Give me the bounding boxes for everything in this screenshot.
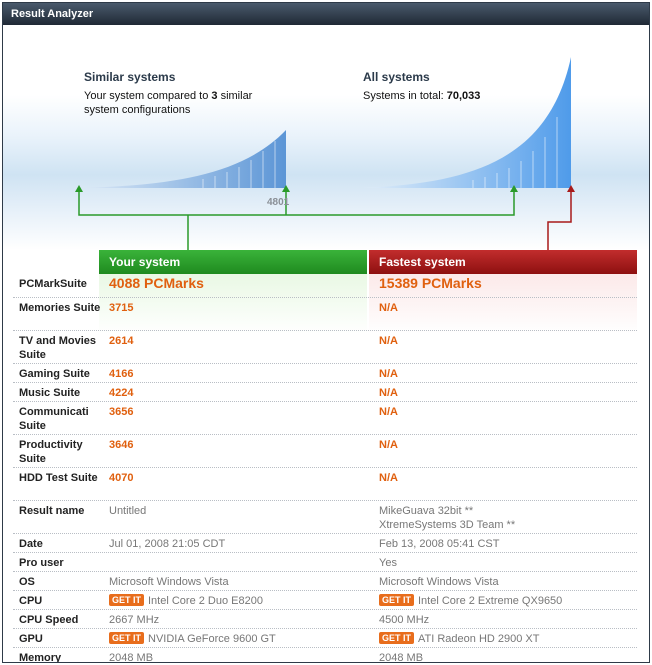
all-systems-total: Systems in total: 70,033 bbox=[363, 90, 481, 102]
distribution-graphs bbox=[75, 57, 575, 250]
table-row: CPU Speed 2667 MHz 4500 MHz bbox=[13, 610, 637, 629]
table-row: Communicati Suite 3656 N/A bbox=[13, 402, 637, 435]
get-it-button[interactable]: GET IT bbox=[109, 594, 144, 606]
table-row: Memories Suite 3715 N/A bbox=[13, 298, 637, 331]
table-row: HDD Test Suite 4070 N/A bbox=[13, 468, 637, 501]
fastest-system-column-header: Fastest system bbox=[369, 250, 637, 274]
result-analyzer-panel: Result Analyzer Similar systems Your sys… bbox=[2, 2, 650, 663]
table-row-cpu: CPU GET IT Intel Core 2 Duo E8200 GET IT I… bbox=[13, 591, 637, 610]
table-row: Result name Untitled MikeGuava 32bit ** X… bbox=[13, 501, 637, 534]
fastest-score: 15389 PCMarks bbox=[379, 275, 482, 291]
fastest-system-connector bbox=[547, 185, 575, 250]
table-row: TV and Movies Suite 2614 N/A bbox=[13, 331, 637, 364]
similar-marker-value: 4801 bbox=[267, 197, 290, 208]
your-system-column-header: Your system bbox=[99, 250, 367, 274]
similar-systems-heading: Similar systems bbox=[84, 70, 176, 84]
table-row: Memory 2048 MB 2048 MB bbox=[19, 652, 424, 663]
table-row: Pro user Yes bbox=[13, 553, 637, 572]
all-systems-heading: All systems bbox=[363, 70, 430, 84]
table-row: Productivity Suite 3646 N/A bbox=[13, 435, 637, 468]
similar-distribution-curve bbox=[83, 130, 286, 188]
table-row: Gaming Suite 4166 N/A bbox=[13, 364, 637, 383]
get-it-button[interactable]: GET IT bbox=[379, 632, 414, 644]
table-row: Date Jul 01, 2008 21:05 CDT Feb 13, 2008… bbox=[13, 534, 637, 553]
your-score: 4088 PCMarks bbox=[109, 275, 204, 291]
table-row-gpu: GPU GET IT NVIDIA GeForce 9600 GT GET IT A… bbox=[13, 629, 637, 648]
get-it-button[interactable]: GET IT bbox=[109, 632, 144, 644]
table-row-pcmarksuite: PCMarkSuite 4088 PCMarks 15389 PCMarks bbox=[13, 274, 637, 298]
window-title: Result Analyzer bbox=[3, 3, 649, 25]
similar-systems-description: Your system compared to 3 similar system… bbox=[84, 90, 253, 116]
your-system-connector bbox=[78, 191, 515, 250]
table-row: Music Suite 4224 N/A bbox=[13, 383, 637, 402]
table-row: OS Microsoft Windows Vista Microsoft Win… bbox=[13, 572, 637, 591]
get-it-button[interactable]: GET IT bbox=[379, 594, 414, 606]
